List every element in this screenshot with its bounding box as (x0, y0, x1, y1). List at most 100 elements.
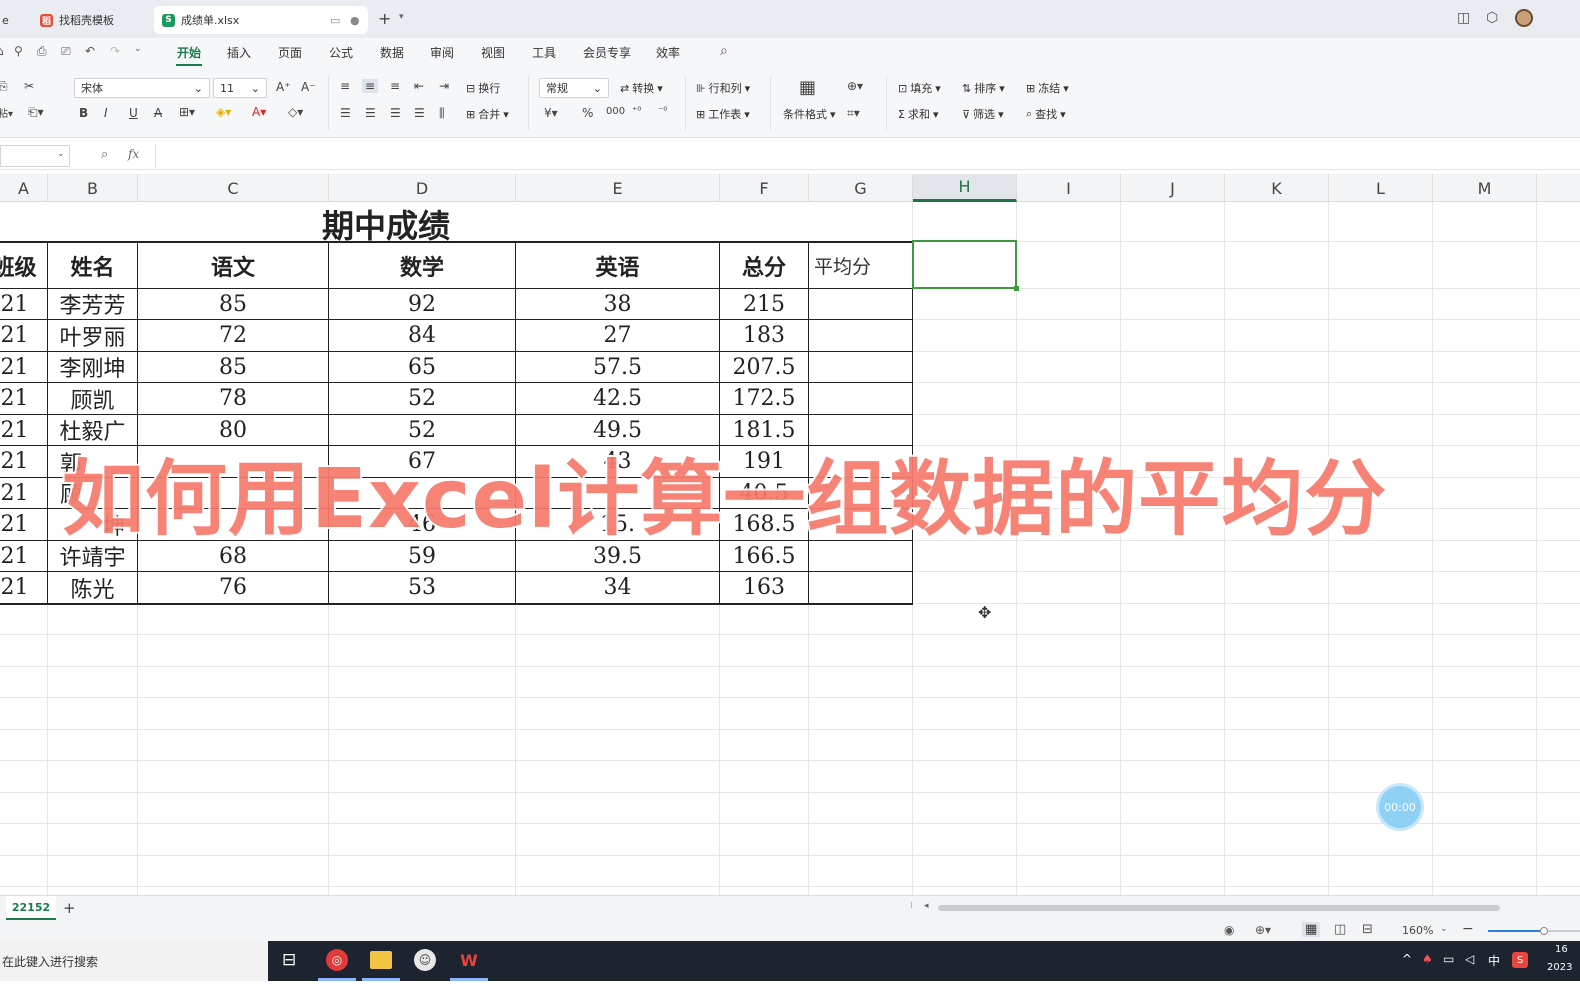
unsaved-dot-icon[interactable]: ● (350, 14, 360, 27)
find-button[interactable]: ⌕ 查找 ▾ (1026, 104, 1066, 124)
justify-icon[interactable]: ☰ (414, 106, 425, 120)
link-icon[interactable]: ⚲ (14, 44, 23, 58)
align-center-icon[interactable]: ☰ (365, 106, 376, 120)
conditional-format-icon[interactable]: ▦ (799, 77, 816, 98)
sheet-title[interactable]: 期中成绩 (0, 202, 772, 245)
clock-date[interactable]: 2023 (1547, 962, 1572, 973)
tray-app-icon[interactable]: ♠ (1422, 952, 1433, 966)
redo-icon[interactable]: ↷ (110, 44, 120, 58)
fx-icon[interactable]: fx (128, 147, 139, 161)
cell-english[interactable]: 38 (516, 289, 719, 319)
cell-english[interactable]: 27 (516, 320, 719, 351)
cell-class[interactable]: 21 (0, 383, 47, 414)
cell-class[interactable]: 21 (0, 572, 47, 603)
indent-decrease-icon[interactable]: ⇤ (414, 79, 424, 93)
cube-icon[interactable]: ⬡ (1486, 10, 1498, 26)
cell-math[interactable]: 53 (329, 572, 515, 603)
eye-icon[interactable]: ◉ (1224, 923, 1234, 937)
zoom-slider[interactable] (1488, 927, 1580, 935)
cell-chinese[interactable]: 85 (138, 352, 328, 382)
cell-class[interactable]: 21 (0, 509, 47, 540)
menu-review[interactable]: 审阅 (430, 44, 454, 61)
location-icon[interactable]: ⊕▾ (1255, 923, 1271, 937)
chevron-down-icon[interactable]: ⌄ (1440, 924, 1448, 934)
cell-name[interactable]: 顾凯 (48, 383, 137, 414)
cell-chinese[interactable]: 78 (138, 383, 328, 414)
cut-icon[interactable]: ✂ (24, 79, 34, 93)
format-painter-icon[interactable]: ⎗▾ (28, 105, 44, 120)
menu-insert[interactable]: 插入 (227, 44, 251, 61)
menu-member[interactable]: 会员专享 (583, 44, 631, 61)
menu-page[interactable]: 页面 (278, 44, 302, 61)
align-top-icon[interactable]: ≡ (340, 79, 350, 93)
cell-name[interactable]: 叶罗丽 (48, 320, 137, 351)
zoom-level[interactable]: 160% (1402, 924, 1433, 937)
horizontal-scrollbar[interactable] (938, 905, 1500, 911)
cell-class[interactable]: 21 (0, 478, 47, 508)
volume-icon[interactable]: ◁ (1465, 952, 1474, 966)
cell-name[interactable]: 陈光 (48, 572, 137, 603)
font-color-icon[interactable]: A▾ (252, 105, 266, 119)
cell-math[interactable]: 65 (329, 352, 515, 382)
menu-formula[interactable]: 公式 (329, 44, 353, 61)
menu-tools[interactable]: 工具 (532, 44, 556, 61)
netease-music-icon[interactable]: ◎ (326, 949, 348, 971)
scroll-left-icon[interactable]: ◂ (924, 901, 929, 911)
tab-partial[interactable]: e (0, 6, 24, 34)
cell-class[interactable]: 21 (0, 289, 47, 319)
indent-increase-icon[interactable]: ⇥ (439, 79, 449, 93)
distribute-icon[interactable]: ⫼ (439, 106, 445, 121)
header-average[interactable]: 平均分 (814, 243, 908, 288)
cell-style-icon[interactable]: ⊕▾ (847, 79, 863, 93)
currency-icon[interactable]: ¥▾ (544, 106, 558, 120)
sort-button[interactable]: ⇅ 排序 ▾ (962, 78, 1005, 98)
border-icon[interactable]: ⊞▾ (179, 105, 195, 119)
cell-chinese[interactable]: 85 (138, 289, 328, 319)
header-total[interactable]: 总分 (720, 243, 808, 288)
fill-button[interactable]: ⊡ 填充 ▾ (898, 78, 941, 98)
cell-total[interactable]: 183 (720, 320, 808, 351)
new-tab-icon[interactable]: + (378, 9, 391, 28)
cell-class[interactable]: 21 (0, 446, 47, 477)
header-english[interactable]: 英语 (516, 243, 719, 288)
sheet-tab[interactable]: 22152 (6, 896, 56, 920)
filter-button[interactable]: ⊽ 筛选 ▾ (962, 104, 1004, 124)
header-math[interactable]: 数学 (329, 243, 515, 288)
zoom-formula-icon[interactable]: ⌕ (101, 147, 108, 162)
cell-chinese[interactable]: 72 (138, 320, 328, 351)
convert-button[interactable]: ⇄ 转换 ▾ (620, 78, 663, 98)
zoom-slider-thumb[interactable] (1540, 927, 1548, 935)
wrap-text-button[interactable]: ⊟ 换行 (466, 78, 500, 98)
cell-total[interactable]: 163 (720, 572, 808, 603)
undo-icon[interactable]: ↶ (85, 44, 95, 58)
cell-total[interactable]: 172.5 (720, 383, 808, 414)
column-header-b[interactable]: B (48, 174, 138, 202)
column-header-a[interactable]: A (0, 174, 48, 202)
column-header-j[interactable]: J (1121, 174, 1225, 202)
column-header-m[interactable]: M (1433, 174, 1537, 202)
font-name-select[interactable]: 宋体 ⌄ (74, 78, 210, 98)
header-class[interactable]: 班级 (0, 243, 47, 288)
row-col-button[interactable]: ⊪ 行和列 ▾ (696, 78, 750, 98)
cell-math[interactable]: 84 (329, 320, 515, 351)
ime-indicator[interactable]: 中 (1488, 952, 1500, 969)
cell-total[interactable]: 215 (720, 289, 808, 319)
bold-icon[interactable]: B (79, 106, 88, 120)
clear-format-icon[interactable]: ◇▾ (288, 105, 303, 119)
thousands-icon[interactable]: 000 (606, 106, 625, 117)
italic-icon[interactable]: I (104, 106, 108, 120)
table-style-icon[interactable]: ⌗▾ (847, 106, 860, 121)
task-view-icon[interactable]: ⊟ (282, 950, 296, 970)
align-middle-icon[interactable]: ≡ (362, 79, 379, 93)
increase-font-icon[interactable]: A⁺ (276, 80, 291, 94)
menu-data[interactable]: 数据 (380, 44, 404, 61)
print-preview-icon[interactable]: ⎚ (61, 44, 71, 59)
freeze-button[interactable]: ⊞ 冻结 ▾ (1026, 78, 1069, 98)
app-icon[interactable]: ☺ (414, 949, 436, 971)
cell-class[interactable]: 21 (0, 541, 47, 571)
merge-button[interactable]: ⊞ 合并 ▾ (466, 104, 509, 124)
avatar[interactable] (1515, 9, 1533, 27)
menu-start[interactable]: 开始 (177, 44, 201, 61)
decrease-font-icon[interactable]: A⁻ (301, 80, 316, 94)
name-box[interactable]: ⌄ (0, 145, 70, 167)
